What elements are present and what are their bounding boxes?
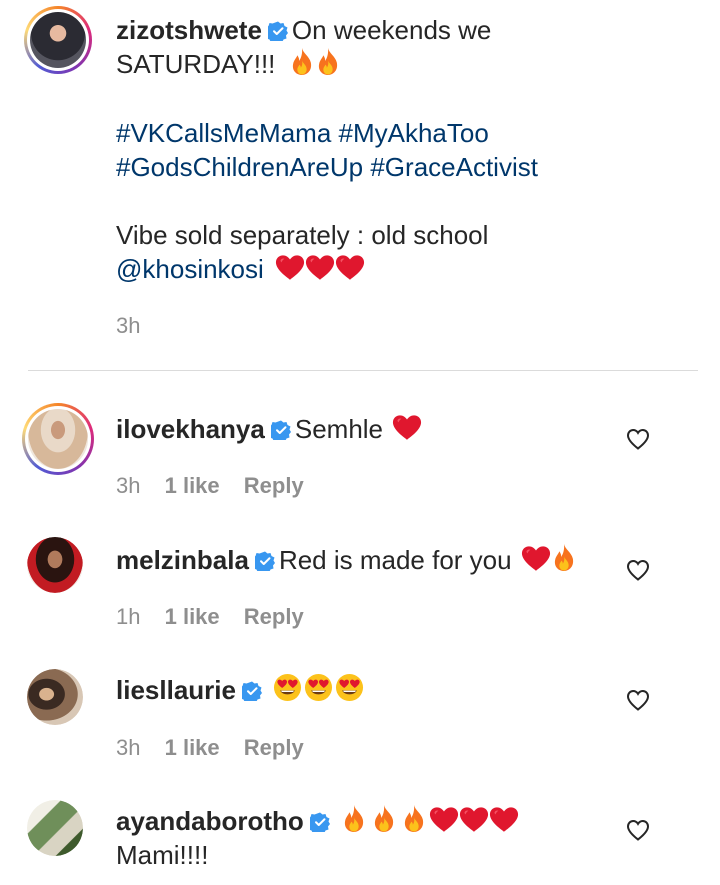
reply-text: Red is made for you <box>278 545 512 575</box>
heart-emoji <box>459 806 489 833</box>
heart-emoji <box>429 806 459 833</box>
username[interactable]: ayandaborotho <box>116 806 304 836</box>
fire-emoji <box>401 804 427 833</box>
fire-emoji <box>289 47 315 76</box>
username[interactable]: melzinbala <box>116 545 249 575</box>
reply-button[interactable]: Reply <box>244 735 304 760</box>
like-heart-icon[interactable] <box>626 689 650 711</box>
heart-emoji <box>305 254 335 281</box>
mention-link[interactable]: @khosinkosi <box>116 254 264 284</box>
fire-emoji <box>341 804 367 833</box>
heart-eyes-emoji <box>304 673 333 702</box>
heart-eyes-emoji <box>335 673 364 702</box>
reply-timestamp: 3h <box>116 735 141 760</box>
main-comment-line2: SATURDAY!!! <box>116 47 341 81</box>
divider <box>28 370 698 371</box>
reply-meta: 3h 1 like Reply <box>116 473 304 499</box>
fire-emoji <box>371 804 397 833</box>
avatar-liesllaurie[interactable] <box>27 669 83 725</box>
reply-line: ayandaborotho <box>116 804 519 838</box>
verified-badge-icon <box>242 681 262 701</box>
heart-eyes-emoji <box>273 673 302 702</box>
heart-emoji <box>392 414 422 441</box>
like-heart-icon[interactable] <box>626 559 650 581</box>
avatar-zizotshwete[interactable] <box>24 6 92 74</box>
username[interactable]: liesllaurie <box>116 675 236 705</box>
verified-badge-icon <box>268 21 288 41</box>
verified-badge-icon <box>255 551 275 571</box>
reply-line: melzinbala Red is made for you <box>116 543 577 577</box>
reply-line: ilovekhanya Semhle <box>116 412 422 446</box>
reply-timestamp: 3h <box>116 473 141 498</box>
heart-emoji <box>275 254 305 281</box>
comment-text: SATURDAY!!! <box>116 49 276 79</box>
reply-text: Semhle <box>294 414 384 444</box>
comment-text: On weekends we <box>291 15 492 45</box>
vibe-line: Vibe sold separately : old school <box>116 220 489 250</box>
reply-timestamp: 1h <box>116 604 141 629</box>
fire-emoji <box>551 543 577 572</box>
verified-badge-icon <box>271 420 291 440</box>
reply-button[interactable]: Reply <box>244 473 304 498</box>
avatar-ayandaborotho[interactable] <box>27 800 83 856</box>
hashtags-line2[interactable]: #GodsChildrenAreUp #GraceActivist <box>116 150 538 184</box>
avatar-melzinbala[interactable] <box>27 537 83 593</box>
reply-meta: 3h 1 like Reply <box>116 735 304 761</box>
username[interactable]: ilovekhanya <box>116 414 265 444</box>
likes-count[interactable]: 1 like <box>165 604 220 629</box>
mention-line: @khosinkosi <box>116 252 365 286</box>
verified-badge-icon <box>310 812 330 832</box>
likes-count[interactable]: 1 like <box>165 473 220 498</box>
hashtags-line1[interactable]: #VKCallsMeMama #MyAkhaToo <box>116 116 489 150</box>
like-heart-icon[interactable] <box>626 819 650 841</box>
reply-text: Mami!!!! <box>116 840 209 870</box>
reply-meta: 1h 1 like Reply <box>116 604 304 630</box>
avatar-ilovekhanya[interactable] <box>22 403 94 475</box>
heart-emoji <box>489 806 519 833</box>
heart-emoji <box>335 254 365 281</box>
likes-count[interactable]: 1 like <box>165 735 220 760</box>
heart-emoji <box>521 545 551 572</box>
reply-button[interactable]: Reply <box>244 604 304 629</box>
like-heart-icon[interactable] <box>626 428 650 450</box>
fire-emoji <box>315 47 341 76</box>
comment-timestamp: 3h <box>116 313 141 338</box>
username[interactable]: zizotshwete <box>116 15 262 45</box>
main-comment-line1: zizotshwete On weekends we <box>116 13 491 47</box>
reply-line: liesllaurie <box>116 673 364 707</box>
